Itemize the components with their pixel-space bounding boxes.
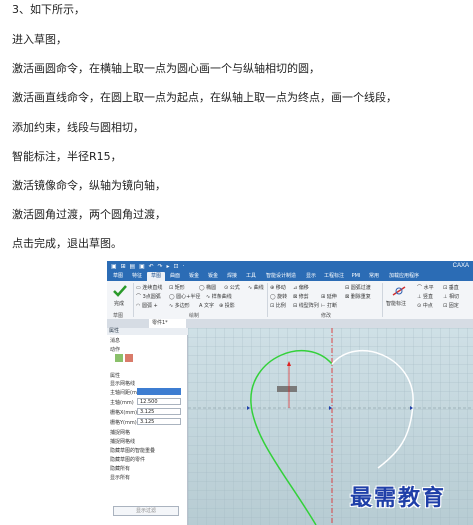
dimension-label[interactable] [277, 386, 297, 392]
polygon-tool[interactable]: ∿ 多边形 [169, 302, 190, 309]
app-title: CAXA [452, 263, 469, 269]
horizontal-constraint[interactable]: ⌒ 水平 [417, 284, 434, 291]
spline-tool[interactable]: ∿ 样条曲线 [206, 293, 232, 300]
document-tabbar: 零件1* [107, 319, 473, 328]
tangent-constraint[interactable]: ⊥ 相切 [443, 293, 459, 300]
instruction-step-heading: 3、如下所示， [12, 3, 85, 16]
ribbon-panel: 完成 草图 ▭ 连续直线 ⊡ 矩形 ◯ 椭圆 ⊙ 公式 ⌒ 3点圆弧 ◯ 圆心+… [107, 281, 473, 320]
display-filter-button[interactable]: 显示过滤 [113, 506, 179, 516]
field-label: 主轴(mm) [110, 400, 134, 406]
vertical-constraint[interactable]: ⊥ 竖直 [417, 293, 433, 300]
project-tool[interactable]: ⊕ 投影 [219, 302, 235, 309]
tab-pmi[interactable]: PMI [348, 272, 364, 281]
panel-section-message[interactable]: 消息 [110, 337, 120, 344]
tab-display[interactable]: 显示 [302, 272, 320, 281]
show-grid-checkbox[interactable]: 显示网格线 [110, 380, 135, 387]
cancel-icon[interactable] [125, 354, 133, 362]
hide-all-radio[interactable]: 隐藏所有 [110, 465, 130, 472]
grid-y-input[interactable]: 3.125 [137, 418, 181, 425]
formula-tool[interactable]: ⊙ 公式 [224, 284, 240, 291]
rectangle-tool[interactable]: ⊡ 矩形 [169, 284, 185, 291]
text-tool[interactable]: A 文字 [199, 302, 214, 309]
action-icons[interactable] [115, 354, 135, 362]
tab-sheetmetal-2[interactable]: 钣金 [204, 272, 222, 281]
smart-dimension-button[interactable]: 智能标注 [386, 284, 412, 310]
tab-sheetmetal[interactable]: 钣金 [185, 272, 203, 281]
ellipse-tool[interactable]: ◯ 椭圆 [199, 284, 216, 291]
break-tool[interactable]: ⊢ 打断 [321, 302, 337, 309]
tab-feature[interactable]: 特征 [128, 272, 146, 281]
delete-duplicate-tool[interactable]: ⊠ 删除重复 [345, 293, 371, 300]
tab-surface[interactable]: 曲面 [166, 272, 184, 281]
tab-load-apps[interactable]: 加载应用程序 [384, 272, 424, 281]
grid-x-input[interactable]: 3.125 [137, 408, 181, 415]
snap-gridline-checkbox[interactable]: 捕捉网格线 [110, 438, 135, 445]
rotate-tool[interactable]: ◯ 旋转 [270, 293, 287, 300]
finish-button[interactable]: 完成 [111, 284, 129, 310]
watermark-logo: 最需教育 [350, 485, 447, 511]
tab-weld[interactable]: 焊接 [223, 272, 241, 281]
app-titlebar: ▣ ⊞ ▤ ▣ ↶ ↷ ▸ ⊡ · CAXA [107, 261, 473, 271]
confirm-icon[interactable] [115, 354, 123, 362]
instruction-line: 激活画圆命令，在横轴上取一点为圆心画一个与纵轴相切的圆， [12, 62, 320, 75]
tab-annotation[interactable]: 工程标注 [321, 272, 347, 281]
circle-center-radius-tool[interactable]: ◯ 圆心+半径 [169, 293, 200, 300]
panel-header: 属性 [107, 328, 189, 335]
tab-file[interactable]: 草图 [109, 272, 127, 281]
curve-tool[interactable]: ∿ 曲线 [248, 284, 264, 291]
midpoint-constraint[interactable]: ⊙ 中点 [417, 302, 433, 309]
instruction-line: 激活镜像命令，纵轴为镜向轴， [12, 179, 166, 192]
scale-tool[interactable]: ⊡ 比例 [270, 302, 286, 309]
instruction-line: 激活圆角过渡，两个圆角过渡， [12, 208, 166, 221]
line-tool[interactable]: ▭ 连续直线 [136, 284, 162, 291]
group-label-draw: 绘制 [189, 313, 200, 319]
field-label: 栅格Y(mm) [110, 420, 137, 426]
snap-grid-checkbox[interactable]: 捕捉网格 [110, 429, 130, 436]
panel-section-properties[interactable]: 属性 [110, 372, 120, 379]
ribbon-tabs: 草图 特征 草图 曲面 钣金 钣金 焊接 工具 智能设计制造 显示 工程标注 P… [107, 271, 473, 281]
ribbon-separator [267, 283, 268, 317]
linear-array-tool[interactable]: ⊟ 线型阵列 [293, 302, 319, 309]
group-label-modify: 修改 [321, 313, 332, 319]
extend-tool[interactable]: ⊞ 延伸 [321, 293, 337, 300]
field-label: 栅格X(mm) [110, 410, 138, 416]
major-axis-input[interactable]: 12.500 [137, 398, 181, 405]
major-spacing-input[interactable] [137, 388, 181, 395]
tab-common[interactable]: 常用 [365, 272, 383, 281]
checkmark-icon [113, 285, 127, 297]
tab-sketch[interactable]: 草图 [147, 272, 165, 281]
instruction-line: 点击完成，退出草图。 [12, 237, 122, 250]
property-panel: 属性 消息 动作 属性 显示网格线 主轴间距(mm) 主轴(mm) 12.500… [107, 328, 189, 525]
group-label-sketch: 草图 [113, 313, 124, 319]
perpendicular-constraint[interactable]: ⊡ 垂直 [443, 284, 459, 291]
instruction-line: 进入草图， [12, 33, 67, 46]
three-point-arc-tool[interactable]: ⌒ 3点圆弧 [136, 293, 161, 300]
fix-constraint[interactable]: ⊡ 固定 [443, 302, 459, 309]
tab-smart-design[interactable]: 智能设计制造 [261, 272, 301, 281]
instruction-line: 智能标注，半径R15， [12, 150, 122, 163]
dimension-icon [392, 286, 406, 296]
offset-tool[interactable]: ⊿ 偏移 [293, 284, 309, 291]
tab-tools[interactable]: 工具 [242, 272, 260, 281]
ribbon-separator [133, 283, 134, 317]
instruction-line: 激活画直线命令，在圆上取一点为起点，在纵轴上取一点为终点，画一个线段， [12, 91, 397, 104]
hide-part-checkbox[interactable]: 隐藏草图的零件 [110, 456, 145, 463]
ribbon-separator [382, 283, 383, 317]
move-tool[interactable]: ⊕ 移动 [270, 284, 286, 291]
document-tab[interactable]: 零件1* [149, 319, 186, 328]
trim-tool[interactable]: ⊠ 修剪 [293, 293, 309, 300]
quick-access-toolbar[interactable]: ▣ ⊞ ▤ ▣ ↶ ↷ ▸ ⊡ · [111, 263, 185, 270]
hide-overlap-checkbox[interactable]: 隐藏草图的智能重叠 [110, 447, 155, 454]
instruction-line: 添加约束，线段与圆相切， [12, 121, 144, 134]
panel-section-action[interactable]: 动作 [110, 346, 120, 353]
show-all-radio[interactable]: 显示所有 [110, 474, 130, 481]
arc-tool[interactable]: ◠ 圆弧 + [136, 302, 158, 309]
fillet-tool[interactable]: ⊟ 圆弧过渡 [345, 284, 371, 291]
